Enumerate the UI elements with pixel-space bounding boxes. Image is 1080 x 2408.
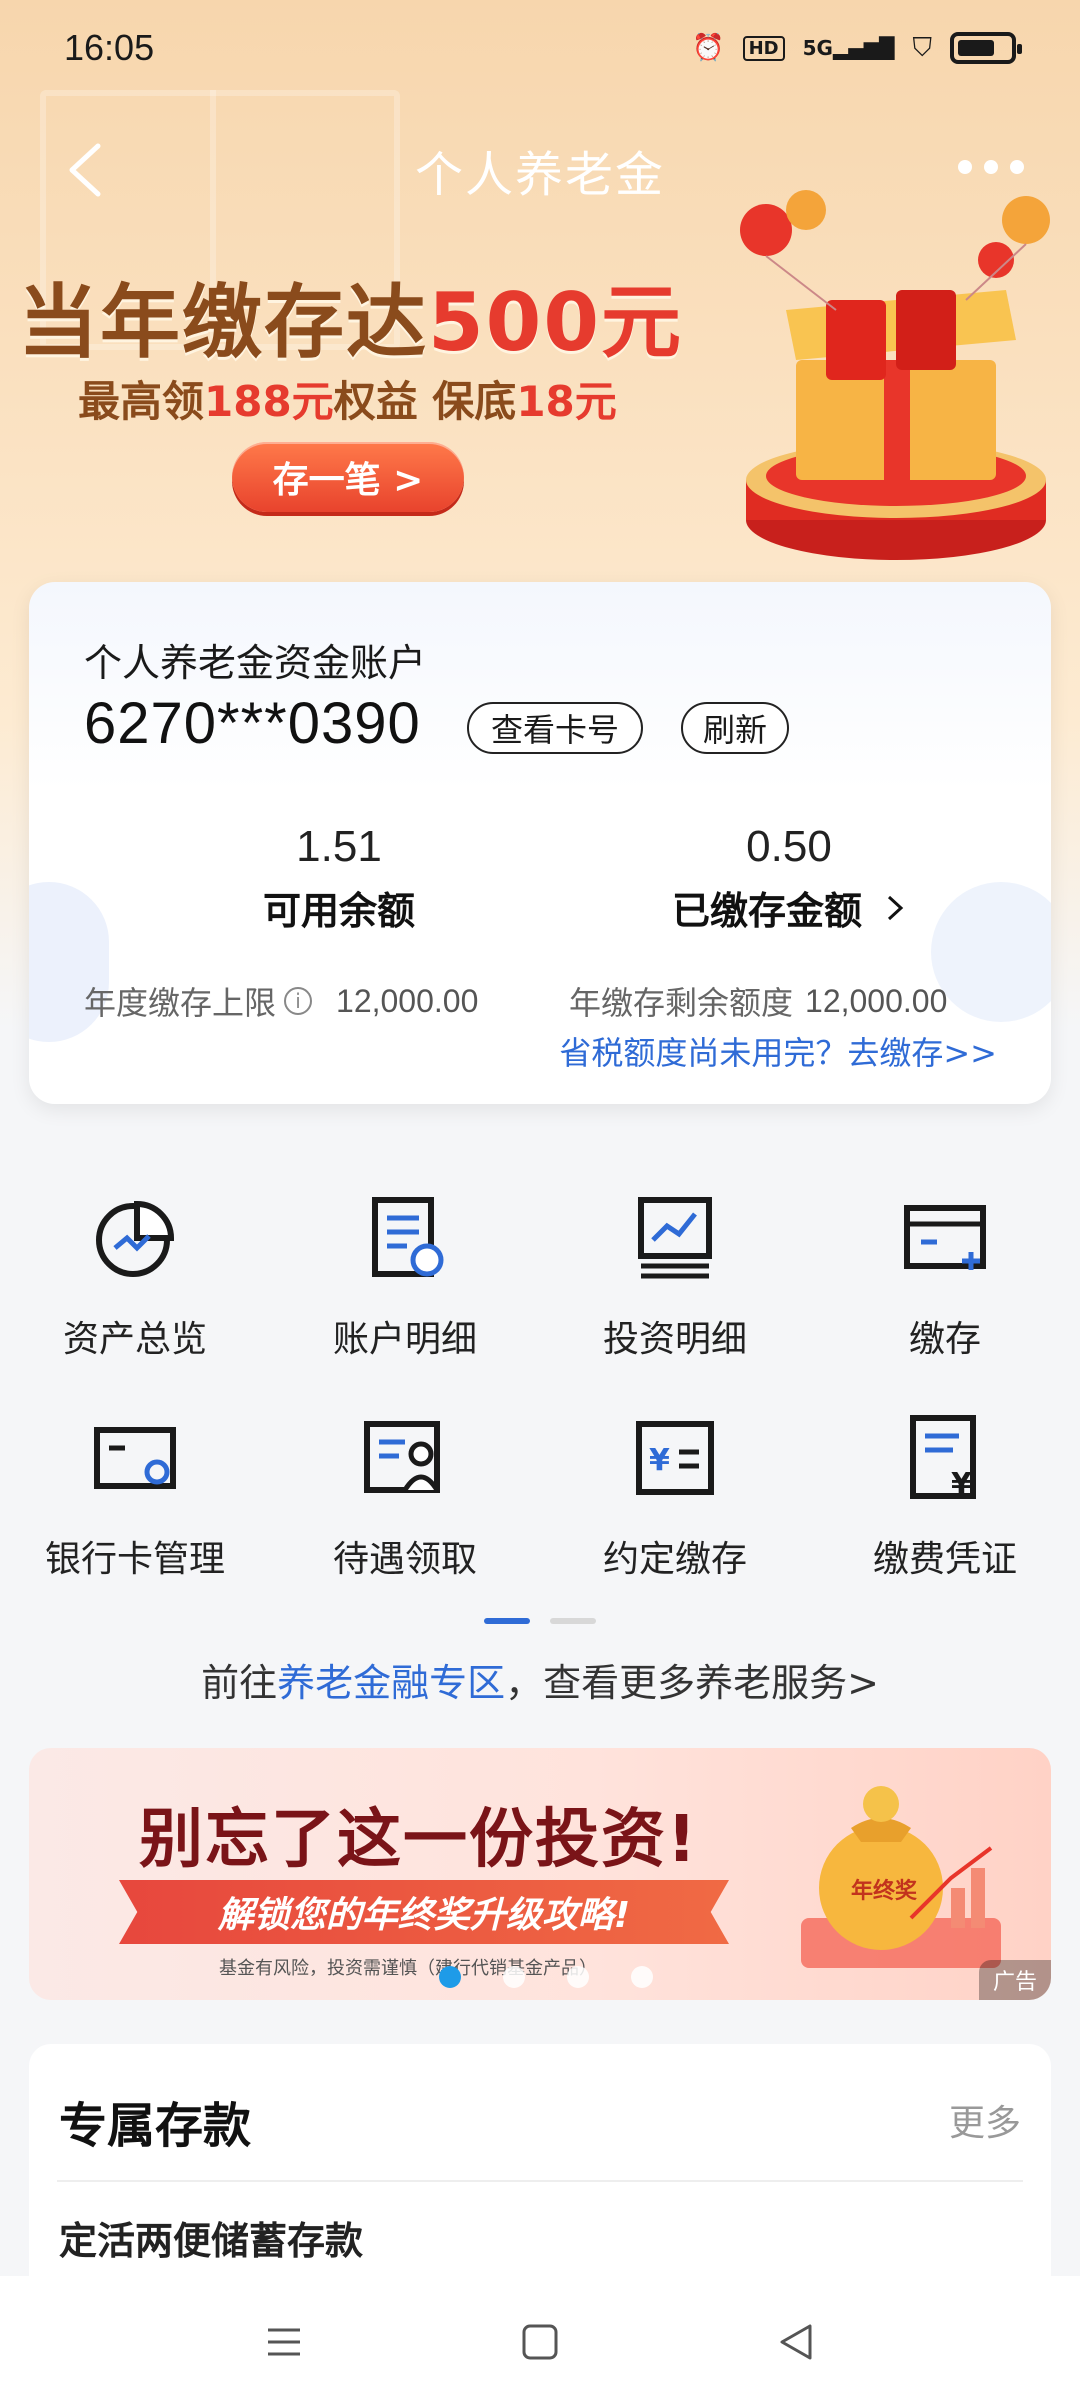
promo-headline-prefix: 当年缴存达 <box>18 276 428 369</box>
pager-dot[interactable] <box>550 1618 596 1624</box>
ad-carousel-dots <box>439 1966 653 1988</box>
system-nav-bar <box>0 2276 1080 2408</box>
more-link[interactable]: 更多 <box>949 2094 1021 2146</box>
service-label: 资产总览 <box>62 1319 207 1360</box>
service-label: 缴费凭证 <box>872 1539 1017 1580</box>
pension-zone-link-line: 前往养老金融专区，查看更多养老服务> <box>0 1652 1080 1707</box>
asset-overview-icon <box>96 1200 175 1277</box>
investment-detail-icon <box>638 1197 712 1279</box>
ad-banner[interactable]: 别忘了这一份投资! 解锁您的年终奖升级攻略! 基金有风险，投资需谨慎（建行代销基… <box>29 1748 1051 2000</box>
more-services-link[interactable]: ，查看更多养老服务> <box>505 1661 879 1705</box>
top-nav: 个人养老金 <box>0 120 1080 220</box>
remaining-quota: 年缴存剩余额度 12,000.00 <box>569 978 947 1024</box>
goto-prefix: 前往 <box>201 1661 278 1705</box>
carousel-dot-active[interactable] <box>439 1966 461 1988</box>
ad-tag: 广告 <box>978 1960 1051 2000</box>
info-icon[interactable]: i <box>284 987 313 1015</box>
network-label: 5G <box>802 36 833 60</box>
service-benefit-claim[interactable]: 待遇领取 <box>270 1410 540 1582</box>
svg-text:¥: ¥ <box>951 1467 972 1502</box>
ad-ribbon: 解锁您的年终奖升级攻略! <box>119 1880 729 1944</box>
service-label: 投资明细 <box>602 1319 747 1360</box>
gift-box-illustration <box>740 190 1050 560</box>
shield-icon: ⛉ <box>912 32 932 63</box>
pension-zone-link[interactable]: 养老金融专区 <box>277 1661 505 1705</box>
annual-limit-label: 年度缴存上限 <box>84 984 277 1022</box>
chevron-right-icon <box>887 895 904 920</box>
promo-subline: 最高领188元权益 保底18元 <box>78 368 617 429</box>
service-payment-receipt[interactable]: ¥ 缴费凭证 <box>810 1410 1080 1582</box>
service-deposit[interactable]: 缴存 <box>810 1190 1080 1362</box>
svg-text:¥: ¥ <box>649 1443 670 1478</box>
account-card: 个人养老金资金账户 6270***0390 查看卡号 刷新 1.51 可用余额 … <box>29 582 1051 1104</box>
service-label: 缴存 <box>908 1319 981 1360</box>
more-options-icon[interactable] <box>958 160 1024 174</box>
service-scheduled-deposit[interactable]: ¥ 约定缴存 <box>540 1410 810 1582</box>
promo-sub-prefix: 最高领 <box>78 377 205 426</box>
annual-limit: 年度缴存上限 i 12,000.00 <box>84 978 478 1024</box>
benefit-claim-icon <box>364 1421 440 1493</box>
page-title: 个人养老金 <box>414 147 665 203</box>
service-bank-card[interactable]: 银行卡管理 <box>0 1410 270 1582</box>
account-number: 6270***0390 <box>84 691 421 756</box>
available-balance: 1.51 可用余额 <box>169 822 509 935</box>
deposit-icon <box>904 1205 986 1270</box>
pager-dot-active[interactable] <box>484 1618 530 1624</box>
service-label: 待遇领取 <box>332 1539 477 1580</box>
view-card-number-button[interactable]: 查看卡号 <box>467 702 643 754</box>
promo-sub-mid: 权益 保底 <box>333 377 517 426</box>
menu-icon[interactable] <box>256 2314 312 2370</box>
services-pager <box>0 1618 1080 1624</box>
status-time: 16:05 <box>64 27 155 68</box>
refresh-button[interactable]: 刷新 <box>681 702 789 754</box>
deposited-amount-value: 0.50 <box>746 822 832 871</box>
ad-title: 别忘了这一份投资! <box>139 1803 699 1877</box>
service-investment-detail[interactable]: 投资明细 <box>540 1190 810 1362</box>
back-icon[interactable] <box>768 2314 824 2370</box>
back-arrow-icon[interactable] <box>58 140 118 200</box>
service-account-detail[interactable]: 账户明细 <box>270 1190 540 1362</box>
ad-bag-label: 年终奖 <box>851 1878 918 1904</box>
5g-signal-icon: 5G▂▄▆█ <box>802 36 895 60</box>
status-icons: ⏰ HD 5G▂▄▆█ ⛉ <box>692 32 1022 64</box>
carousel-dot[interactable] <box>631 1966 653 1988</box>
remaining-quota-value: 12,000.00 <box>805 982 948 1019</box>
deposited-amount-label: 已缴存金额 <box>619 880 959 935</box>
remaining-quota-label: 年缴存剩余额度 <box>569 984 794 1022</box>
exclusive-deposit-title: 专属存款 <box>59 2098 252 2154</box>
service-label: 账户明细 <box>332 1319 477 1360</box>
available-balance-label: 可用余额 <box>262 889 415 933</box>
status-bar: 16:05 ⏰ HD 5G▂▄▆█ ⛉ <box>0 0 1080 96</box>
promo-sub-amount1: 188元 <box>204 377 334 426</box>
bank-card-icon <box>94 1427 176 1489</box>
battery-icon <box>950 32 1022 64</box>
carousel-dot[interactable] <box>567 1966 589 1988</box>
service-asset-overview[interactable]: 资产总览 <box>0 1190 270 1362</box>
divider <box>57 2180 1023 2182</box>
annual-limit-value: 12,000.00 <box>336 982 479 1019</box>
promo-headline[interactable]: 当年缴存达500元 <box>18 258 683 374</box>
payment-receipt-icon: ¥ <box>910 1415 976 1502</box>
promo-headline-amount: 500元 <box>428 276 683 369</box>
tax-deposit-link[interactable]: 省税额度尚未用完？去缴存>> <box>559 1028 997 1074</box>
deposit-now-button[interactable]: 存一笔 > <box>232 442 464 512</box>
scheduled-deposit-icon: ¥ <box>636 1421 714 1495</box>
money-bag-illustration: 年终奖 <box>801 1786 1001 1968</box>
carousel-dot[interactable] <box>503 1966 525 1988</box>
service-label: 约定缴存 <box>602 1539 747 1580</box>
service-label: 银行卡管理 <box>44 1539 225 1580</box>
promo-sub-amount2: 18元 <box>516 377 617 426</box>
deposit-product-item[interactable]: 定活两便储蓄存款 <box>59 2210 363 2265</box>
alarm-icon: ⏰ <box>692 33 725 63</box>
account-detail-icon <box>372 1197 444 1277</box>
account-card-title: 个人养老金资金账户 <box>84 641 427 685</box>
home-icon[interactable] <box>512 2314 568 2370</box>
hd-icon: HD <box>742 35 785 61</box>
available-balance-value: 1.51 <box>296 822 382 871</box>
deposited-amount[interactable]: 0.50 已缴存金额 <box>619 822 959 935</box>
